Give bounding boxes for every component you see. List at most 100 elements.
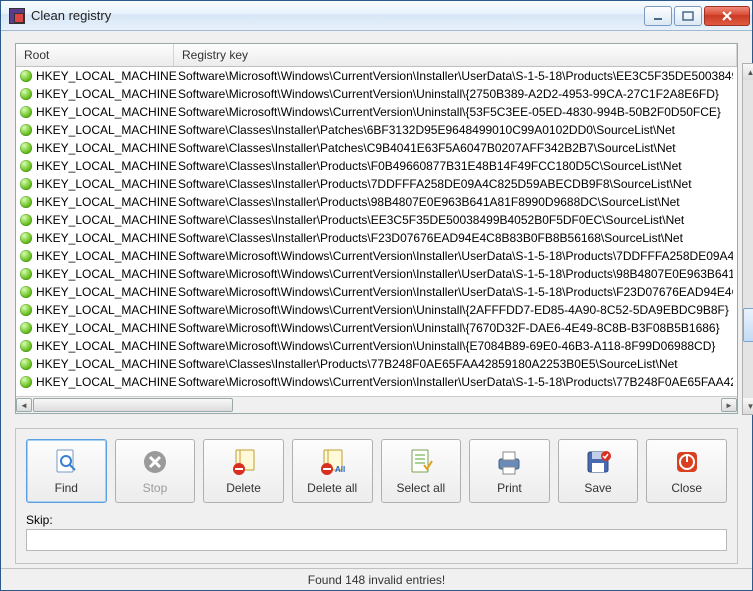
status-dot-icon xyxy=(20,178,32,190)
table-row[interactable]: HKEY_LOCAL_MACHINESoftware\Classes\Insta… xyxy=(16,229,737,247)
scroll-right-arrow[interactable]: ► xyxy=(721,398,737,412)
minimize-button[interactable] xyxy=(644,6,672,26)
status-dot-icon xyxy=(20,286,32,298)
find-button[interactable]: Find xyxy=(26,439,107,503)
table-row[interactable]: HKEY_LOCAL_MACHINESoftware\Classes\Insta… xyxy=(16,355,737,373)
print-button[interactable]: Print xyxy=(469,439,550,503)
cell-root: HKEY_LOCAL_MACHINE xyxy=(36,195,178,209)
registry-list[interactable]: Root Registry key HKEY_LOCAL_MACHINESoft… xyxy=(15,43,738,414)
column-root[interactable]: Root xyxy=(16,44,174,66)
stop-button[interactable]: Stop xyxy=(115,439,196,503)
skip-input[interactable] xyxy=(26,529,727,551)
cell-key: Software\Microsoft\Windows\CurrentVersio… xyxy=(178,105,733,119)
cell-root: HKEY_LOCAL_MACHINE xyxy=(36,213,178,227)
skip-label: Skip: xyxy=(26,513,727,527)
status-dot-icon xyxy=(20,268,32,280)
status-dot-icon xyxy=(20,304,32,316)
table-row[interactable]: HKEY_LOCAL_MACHINESoftware\Microsoft\Win… xyxy=(16,319,737,337)
delete-button[interactable]: Delete xyxy=(203,439,284,503)
save-button[interactable]: Save xyxy=(558,439,639,503)
scroll-left-arrow[interactable]: ◄ xyxy=(16,398,32,412)
cell-key: Software\Microsoft\Windows\CurrentVersio… xyxy=(178,339,733,353)
maximize-button[interactable] xyxy=(674,6,702,26)
action-panel: Find Stop Delete All Delete all xyxy=(15,428,738,564)
cell-root: HKEY_LOCAL_MACHINE xyxy=(36,231,178,245)
table-row[interactable]: HKEY_LOCAL_MACHINESoftware\Classes\Insta… xyxy=(16,193,737,211)
delete-all-icon: All xyxy=(317,447,347,477)
table-row[interactable]: HKEY_LOCAL_MACHINESoftware\Microsoft\Win… xyxy=(16,373,737,391)
status-dot-icon xyxy=(20,376,32,388)
list-rows[interactable]: HKEY_LOCAL_MACHINESoftware\Microsoft\Win… xyxy=(16,67,737,396)
table-row[interactable]: HKEY_LOCAL_MACHINESoftware\Microsoft\Win… xyxy=(16,103,737,121)
cell-key: Software\Classes\Installer\Patches\6BF31… xyxy=(178,123,733,137)
table-row[interactable]: HKEY_LOCAL_MACHINESoftware\Classes\Insta… xyxy=(16,175,737,193)
status-dot-icon xyxy=(20,142,32,154)
close-label: Close xyxy=(671,481,702,495)
table-row[interactable]: HKEY_LOCAL_MACHINESoftware\Classes\Insta… xyxy=(16,211,737,229)
cell-root: HKEY_LOCAL_MACHINE xyxy=(36,69,178,83)
cell-root: HKEY_LOCAL_MACHINE xyxy=(36,105,178,119)
find-label: Find xyxy=(55,481,78,495)
status-dot-icon xyxy=(20,340,32,352)
table-row[interactable]: HKEY_LOCAL_MACHINESoftware\Microsoft\Win… xyxy=(16,67,737,85)
scroll-v-thumb[interactable] xyxy=(743,308,753,342)
cell-root: HKEY_LOCAL_MACHINE xyxy=(36,249,178,263)
status-dot-icon xyxy=(20,160,32,172)
app-icon xyxy=(9,8,25,24)
close-button[interactable]: Close xyxy=(646,439,727,503)
cell-key: Software\Microsoft\Windows\CurrentVersio… xyxy=(178,69,733,83)
status-dot-icon xyxy=(20,88,32,100)
power-icon xyxy=(672,447,702,477)
status-dot-icon xyxy=(20,124,32,136)
cell-key: Software\Classes\Installer\Products\98B4… xyxy=(178,195,733,209)
cell-root: HKEY_LOCAL_MACHINE xyxy=(36,285,178,299)
scroll-down-arrow[interactable]: ▼ xyxy=(743,398,753,414)
status-dot-icon xyxy=(20,250,32,262)
window-title: Clean registry xyxy=(31,8,644,23)
table-row[interactable]: HKEY_LOCAL_MACHINESoftware\Microsoft\Win… xyxy=(16,247,737,265)
floppy-icon xyxy=(583,447,613,477)
status-dot-icon xyxy=(20,106,32,118)
magnifier-document-icon xyxy=(51,447,81,477)
cell-root: HKEY_LOCAL_MACHINE xyxy=(36,159,178,173)
cell-key: Software\Classes\Installer\Products\7DDF… xyxy=(178,177,733,191)
titlebar[interactable]: Clean registry xyxy=(1,1,752,31)
stop-label: Stop xyxy=(143,481,168,495)
stop-icon xyxy=(140,447,170,477)
table-row[interactable]: HKEY_LOCAL_MACHINESoftware\Microsoft\Win… xyxy=(16,283,737,301)
cell-key: Software\Classes\Installer\Patches\C9B40… xyxy=(178,141,733,155)
table-row[interactable]: HKEY_LOCAL_MACHINESoftware\Classes\Insta… xyxy=(16,157,737,175)
cell-key: Software\Microsoft\Windows\CurrentVersio… xyxy=(178,285,733,299)
column-key[interactable]: Registry key xyxy=(174,44,737,66)
save-label: Save xyxy=(584,481,611,495)
close-window-button[interactable] xyxy=(704,6,750,26)
cell-root: HKEY_LOCAL_MACHINE xyxy=(36,357,178,371)
table-row[interactable]: HKEY_LOCAL_MACHINESoftware\Classes\Insta… xyxy=(16,139,737,157)
scroll-h-thumb[interactable] xyxy=(33,398,233,412)
horizontal-scrollbar[interactable]: ◄ ► xyxy=(16,396,737,413)
cell-key: Software\Microsoft\Windows\CurrentVersio… xyxy=(178,375,733,389)
table-row[interactable]: HKEY_LOCAL_MACHINESoftware\Microsoft\Win… xyxy=(16,337,737,355)
cell-key: Software\Classes\Installer\Products\EE3C… xyxy=(178,213,733,227)
cell-root: HKEY_LOCAL_MACHINE xyxy=(36,375,178,389)
vertical-scrollbar[interactable]: ▲ ▼ xyxy=(742,63,753,415)
cell-key: Software\Microsoft\Windows\CurrentVersio… xyxy=(178,267,733,281)
delete-label: Delete xyxy=(226,481,261,495)
table-row[interactable]: HKEY_LOCAL_MACHINESoftware\Microsoft\Win… xyxy=(16,85,737,103)
printer-icon xyxy=(494,447,524,477)
status-text: Found 148 invalid entries! xyxy=(308,573,445,587)
scroll-up-arrow[interactable]: ▲ xyxy=(743,64,753,80)
status-dot-icon xyxy=(20,196,32,208)
table-row[interactable]: HKEY_LOCAL_MACHINESoftware\Classes\Insta… xyxy=(16,121,737,139)
cell-root: HKEY_LOCAL_MACHINE xyxy=(36,87,178,101)
table-row[interactable]: HKEY_LOCAL_MACHINESoftware\Microsoft\Win… xyxy=(16,265,737,283)
print-label: Print xyxy=(497,481,522,495)
column-headers[interactable]: Root Registry key xyxy=(16,44,737,67)
select-all-button[interactable]: Select all xyxy=(381,439,462,503)
select-all-icon xyxy=(406,447,436,477)
status-dot-icon xyxy=(20,358,32,370)
select-all-label: Select all xyxy=(396,481,445,495)
cell-key: Software\Classes\Installer\Products\77B2… xyxy=(178,357,733,371)
table-row[interactable]: HKEY_LOCAL_MACHINESoftware\Microsoft\Win… xyxy=(16,301,737,319)
delete-all-button[interactable]: All Delete all xyxy=(292,439,373,503)
